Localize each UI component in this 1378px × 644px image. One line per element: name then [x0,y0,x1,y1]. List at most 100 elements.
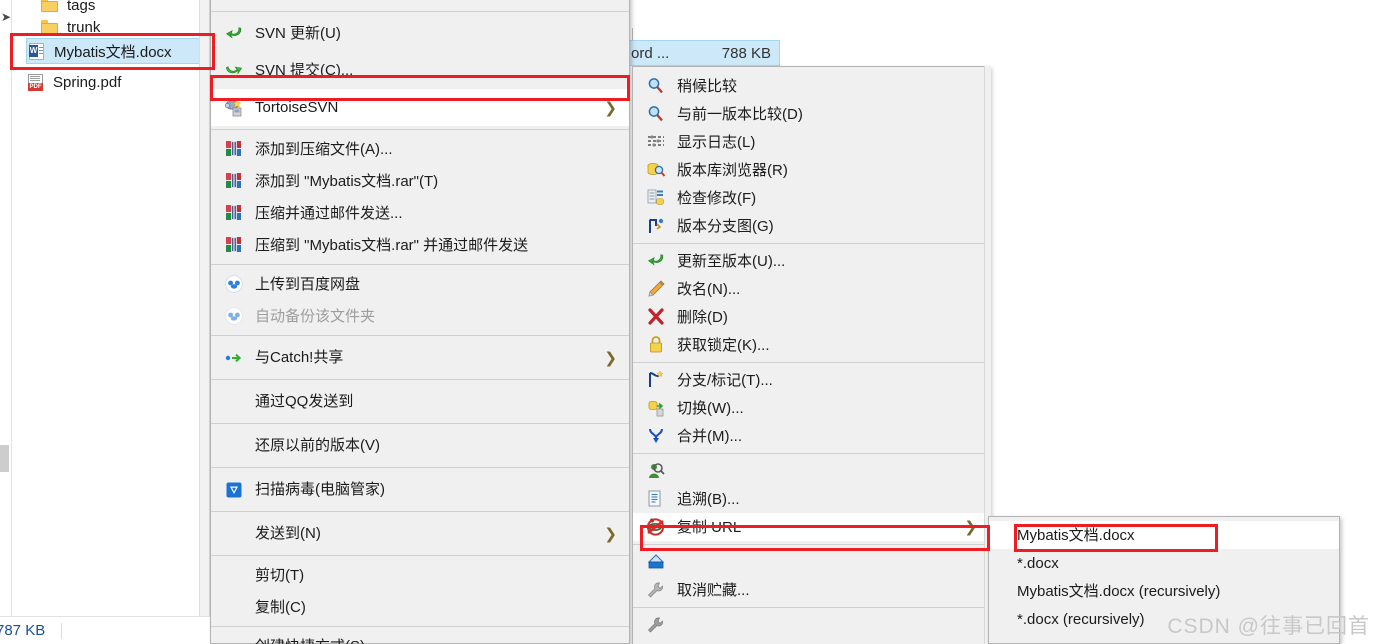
menu-item-svn-commit[interactable]: SVN 提交(C)... [211,52,629,89]
svn-menu-item-revision-graph[interactable]: 版本分支图(G) [633,212,989,240]
tree-item-trunk[interactable]: trunk [40,14,100,40]
svn-menu-item-update-to-revision[interactable]: 更新至版本(U)... [633,247,989,275]
lock-icon [645,334,667,356]
svn-menu-item-check-modifications[interactable]: 检查修改(F) [633,184,989,212]
svn-menu-item-properties[interactable]: 取消贮藏... [633,576,989,604]
menu-item-tortoisesvn[interactable]: TortoiseSVN ❯ [211,89,629,126]
svn-menu-item-blame[interactable] [633,457,989,485]
ignore-item-exact-filename[interactable]: Mybatis文档.docx [989,521,1339,549]
menu-separator [211,555,629,556]
pdf-file-icon [26,72,46,92]
menu-item-svn-update[interactable]: SVN 更新(U) [211,15,629,52]
word-file-icon [27,41,47,61]
chevron-right-icon: ❯ [604,349,617,367]
nav-scroll-thumb[interactable] [0,445,9,472]
menu-separator [211,423,629,424]
menu-item-label: 发送到(N) [255,525,321,542]
menu-item-rar-compress-named-and-email[interactable]: 压缩到 "Mybatis文档.rar" 并通过邮件发送 [211,229,629,261]
svn-menu-item-merge[interactable]: 合并(M)... [633,422,989,450]
svn-menu-item-show-log[interactable]: 显示日志(L) [633,128,989,156]
svn-menu-item-rename[interactable]: 改名(N)... [633,275,989,303]
menu-item-create-shortcut[interactable]: 创建快捷方式(S) [211,630,629,644]
svn-update-icon [223,23,245,45]
tree-item-label: Spring.pdf [53,73,122,91]
check-modifications-icon [645,187,667,209]
tortoisesvn-submenu[interactable]: 稍候比较 与前一版本比较(D) 显示日志(L) 版本库浏览器(R) 检查修改(F… [632,66,990,644]
ignore-item-star-docx[interactable]: *.docx [989,549,1339,577]
menu-item-rar-compress-and-email[interactable]: 压缩并通过邮件发送... [211,197,629,229]
svn-menu-item-get-lock[interactable]: 获取锁定(K)... [633,331,989,359]
menu-item-label: 还原以前的版本(V) [255,437,380,454]
menu-item-share-with-catch[interactable]: 与Catch!共享 ❯ [211,339,629,376]
ignore-item-label: *.docx (recursively) [1017,610,1145,628]
status-bar: 787 KB [0,616,210,644]
menu-item-scan-virus[interactable]: 扫描病毒(电脑管家) [211,471,629,508]
menu-item-label: 压缩到 "Mybatis文档.rar" 并通过邮件发送 [255,236,529,254]
settings-wrench-icon [645,614,667,636]
menu-item-send-via-qq[interactable]: 通过QQ发送到 [211,383,629,420]
svn-menu-item-label: 切换(W)... [677,399,744,417]
svn-menu-item-label: 与前一版本比较(D) [677,105,803,123]
menu-item-label: 通过QQ发送到 [255,393,354,410]
nav-pane-scroll-track[interactable]: ➤ [0,0,11,644]
menu-item-upload-to-baidu-netdisk[interactable]: 上传到百度网盘 [211,268,629,300]
menu-item-cut[interactable]: 剪切(T) [211,559,629,591]
svn-commit-icon [223,60,245,82]
file-context-menu[interactable]: SVN 更新(U) SVN 提交(C)... TortoiseSVN ❯ 添加到… [210,0,630,644]
tree-item-spring-pdf[interactable]: Spring.pdf [26,69,121,95]
menu-item-rar-add-to-named-archive[interactable]: 添加到 "Mybatis文档.rar"(T) [211,165,629,197]
svn-menu-item-label: 显示日志(L) [677,133,756,151]
svn-menu-item-settings[interactable] [633,611,989,639]
svn-menu-item-unversion-add-to-ignore[interactable]: 复制 URL ❯ [633,513,989,541]
svn-menu-item-switch[interactable]: 切换(W)... [633,394,989,422]
svn-menu-item-repo-browser[interactable]: 版本库浏览器(R) [633,156,989,184]
no-icon [223,435,245,457]
baidu-netdisk-icon [223,273,245,295]
no-icon [223,635,245,644]
copy-url-icon [645,488,667,510]
menu-item-restore-previous-versions[interactable]: 还原以前的版本(V) [211,427,629,464]
nav-scroll-left-arrow-icon[interactable]: ➤ [1,10,11,24]
nav-pane-right-gutter [200,0,210,617]
svn-menu-item-label: 删除(D) [677,308,728,326]
menu-item-label: 扫描病毒(电脑管家) [255,481,385,498]
svn-menu-item-label: 版本库浏览器(R) [677,161,788,179]
menu-item-label: TortoiseSVN [255,99,339,116]
menu-item-label: 剪切(T) [255,566,305,584]
tree-item-mybatis-docx[interactable]: Mybatis文档.docx [26,38,200,64]
winrar-icon [223,170,245,192]
menu-separator [211,379,629,380]
blame-icon [645,460,667,482]
detail-row-type: ord ... [631,44,670,62]
tortoisesvn-icon [223,97,245,119]
svn-menu-item-label: 更新至版本(U)... [677,252,786,270]
magnifier-icon [645,103,667,125]
unversion-ignore-icon [645,516,667,538]
svn-menu-item-branch-tag[interactable]: 分支/标记(T)... [633,366,989,394]
merge-icon [645,425,667,447]
svn-menu-item-diff-previous[interactable]: 与前一版本比较(D) [633,100,989,128]
unstash-icon [645,551,667,573]
svn-menu-item-label: 检查修改(F) [677,189,757,207]
tree-item-label: tags [67,0,96,14]
menu-item-label: 添加到压缩文件(A)... [255,140,393,158]
ignore-item-exact-filename-recursive[interactable]: Mybatis文档.docx (recursively) [989,577,1339,605]
menu-item-copy[interactable]: 复制(C) [211,591,629,623]
svn-menu-item-delete[interactable]: 删除(D) [633,303,989,331]
menu-item-auto-backup-folder[interactable]: 自动备份该文件夹 [211,300,629,332]
svn-menu-item-diff-later[interactable]: 稍候比较 [633,72,989,100]
menu-item-label: 压缩并通过邮件发送... [255,204,403,222]
svn-menu-item-label: 取消贮藏... [677,581,750,599]
menu-item-rar-add-to-archive[interactable]: 添加到压缩文件(A)... [211,133,629,165]
folder-icon [40,0,60,15]
svn-menu-item-unstash[interactable] [633,548,989,576]
svn-menu-item-label: 改名(N)... [677,280,741,298]
svn-menu-item-copy-url[interactable]: 追溯(B)... [633,485,989,513]
folder-tree: tags trunk Mybatis文档.docx Spring.pdf [11,0,200,617]
status-bar-divider [61,622,63,639]
no-icon [223,523,245,545]
menu-separator [211,626,629,627]
menu-separator [633,544,989,545]
menu-item-send-to[interactable]: 发送到(N) ❯ [211,515,629,552]
explorer-navigation-pane: ➤ tags trunk Mybatis文档.docx Spring.pd [0,0,210,644]
